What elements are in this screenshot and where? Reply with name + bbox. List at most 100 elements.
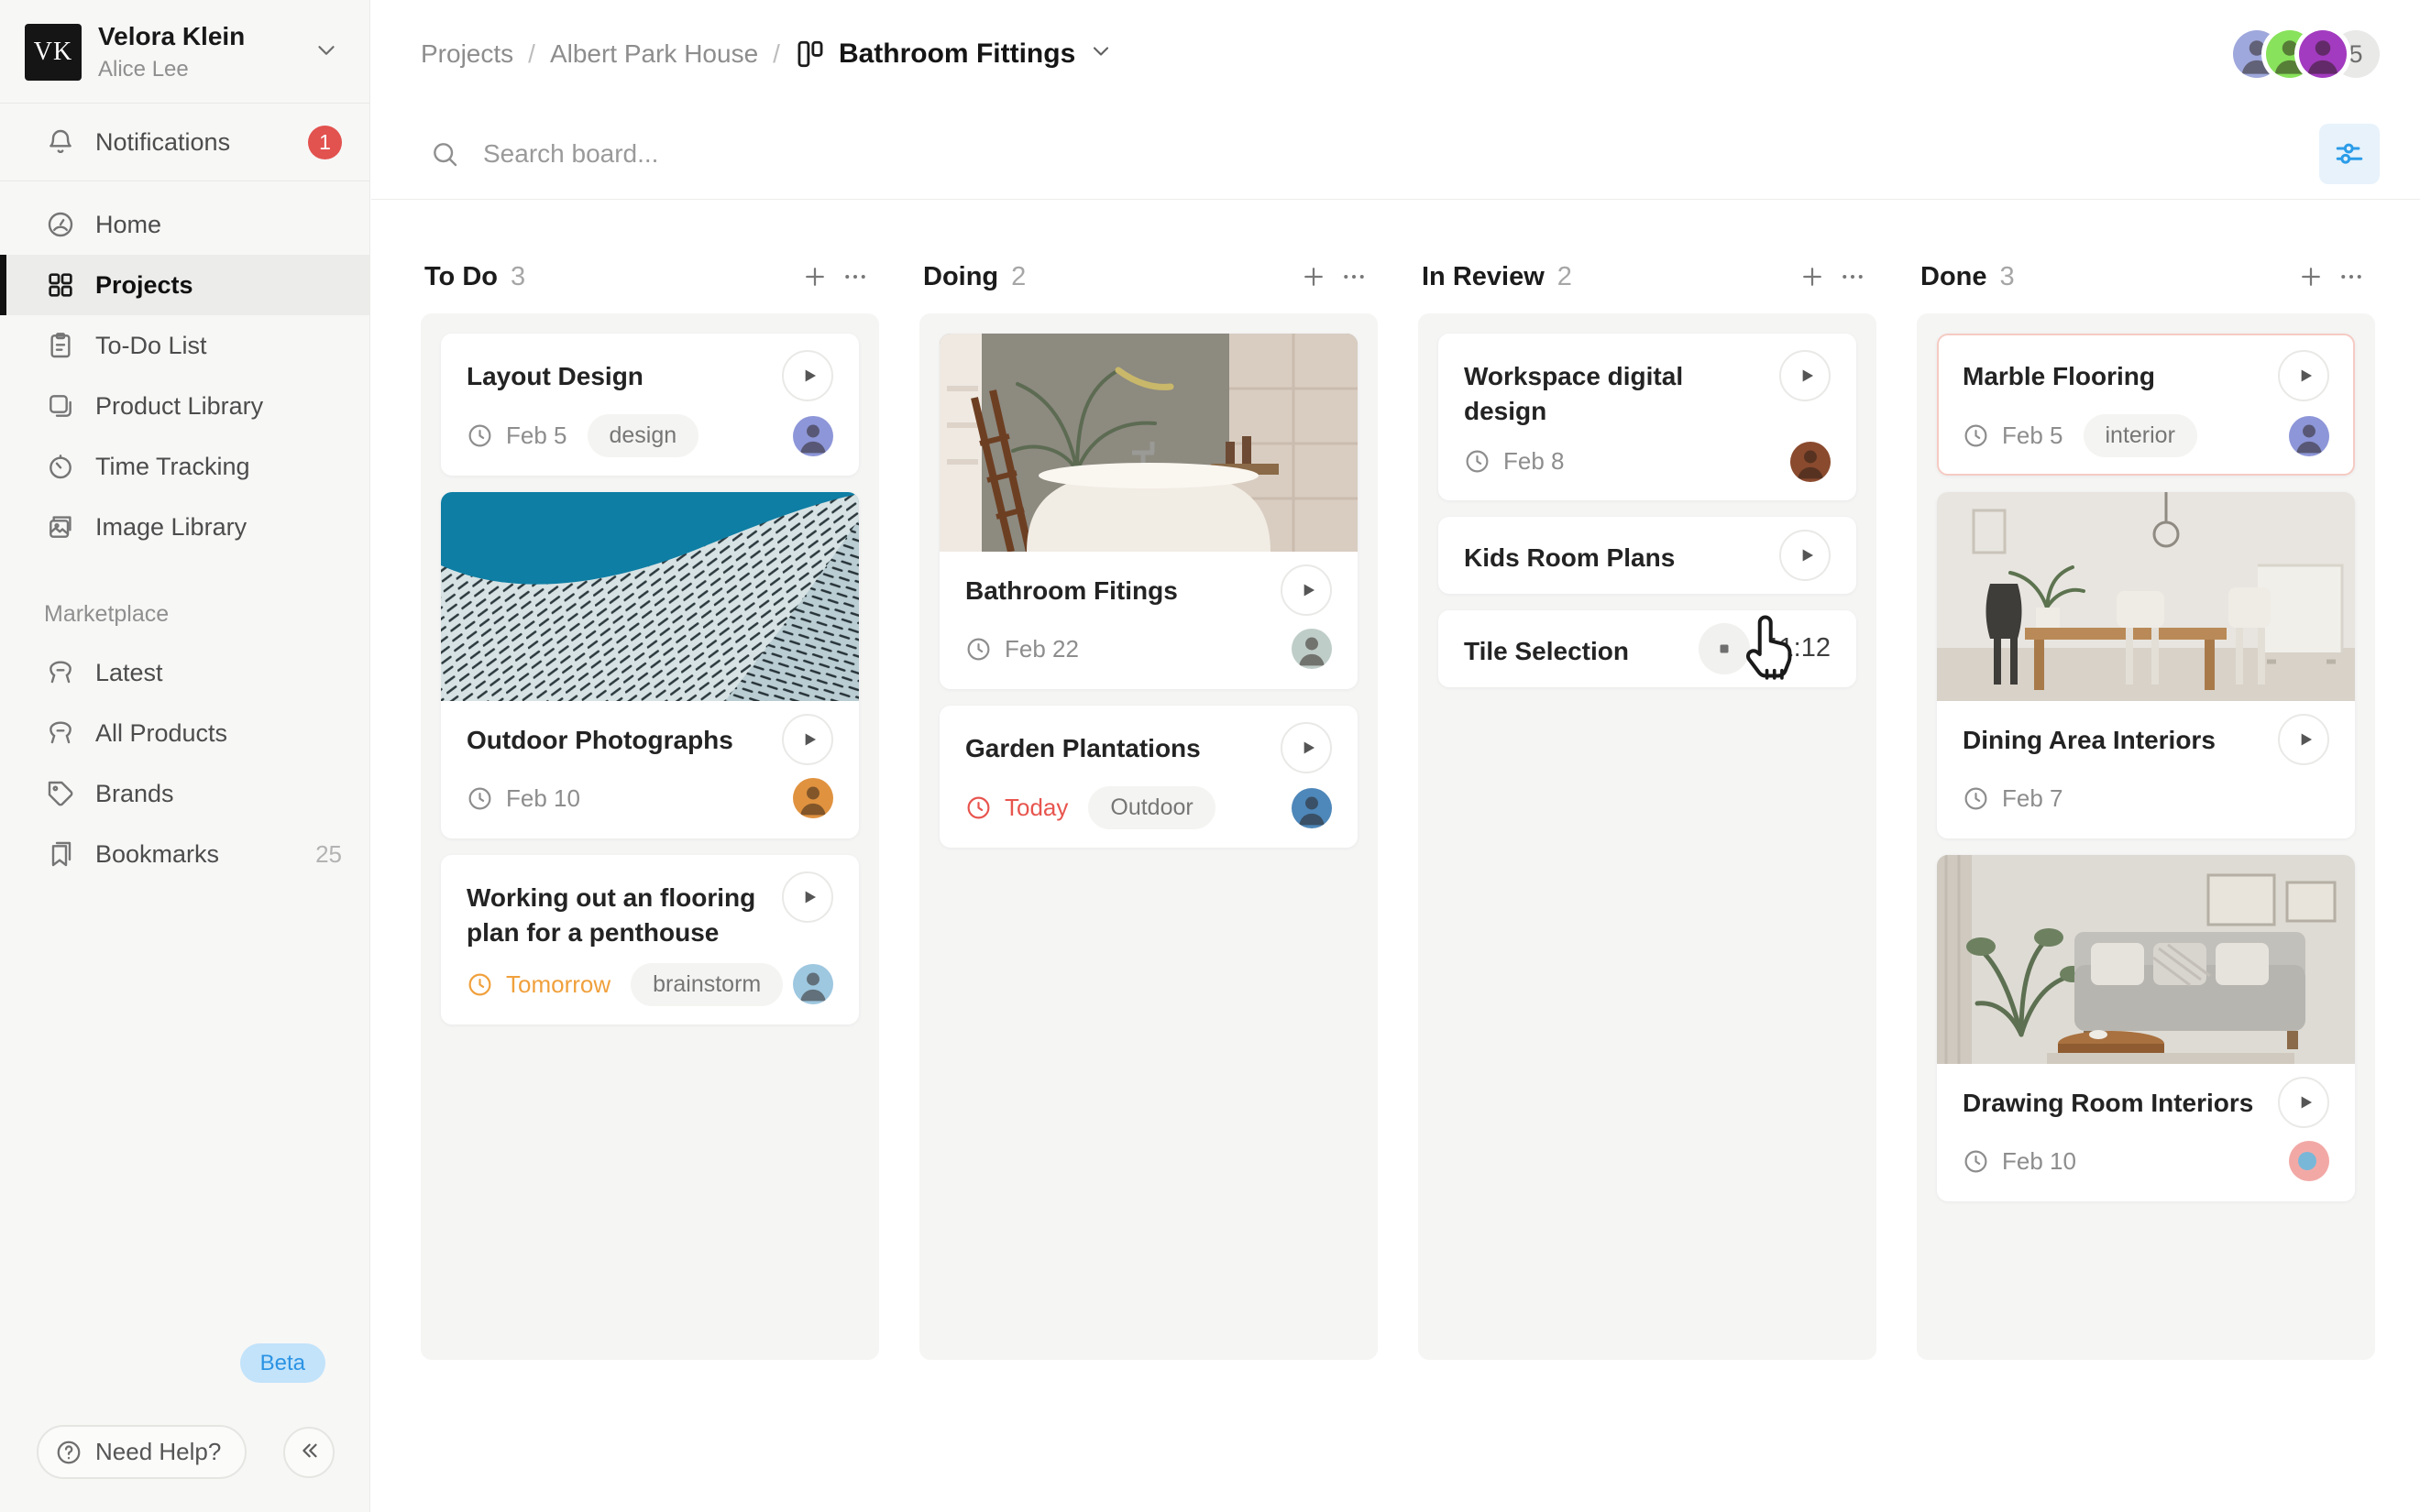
card-garden-plantations[interactable]: Garden Plantations Today Outdoor [940, 706, 1358, 848]
start-timer-button[interactable] [782, 350, 833, 401]
collapse-sidebar-button[interactable] [283, 1427, 335, 1478]
sliders-icon [2333, 137, 2366, 170]
play-icon [1296, 578, 1320, 602]
card-title: Outdoor Photographs [467, 714, 767, 758]
card-dining-area-interiors[interactable]: Dining Area Interiors Feb 7 [1937, 492, 2355, 838]
add-card-button[interactable] [1792, 258, 1832, 295]
sidebar-item-image-library[interactable]: Image Library [0, 497, 369, 557]
card-marble-flooring[interactable]: Marble Flooring Feb 5 interior [1937, 334, 2355, 476]
card-layout-design[interactable]: Layout Design Feb 5 design [441, 334, 859, 476]
sidebar-item-home[interactable]: Home [0, 194, 369, 255]
card-bathroom-fitings[interactable]: Bathroom Fitings Feb 22 [940, 334, 1358, 689]
sidebar-item-time-tracking[interactable]: Time Tracking [0, 436, 369, 497]
column-header: In Review 2 [1418, 258, 1876, 295]
sidebar-item-bookmarks[interactable]: Bookmarks 25 [0, 824, 369, 884]
question-circle-icon [55, 1439, 82, 1466]
breadcrumb-albert-park-house[interactable]: Albert Park House [550, 39, 758, 69]
stop-timer-button[interactable] [1699, 623, 1750, 674]
clock-icon [1464, 448, 1490, 475]
start-timer-button[interactable] [2278, 350, 2329, 401]
app: VK Velora Klein Alice Lee Notifications … [0, 0, 2420, 1512]
clock-icon [467, 971, 493, 998]
breadcrumb-separator: / [528, 39, 535, 69]
home-icon [46, 210, 75, 239]
bookmarks-count: 25 [315, 840, 342, 869]
start-timer-button[interactable] [1281, 722, 1332, 773]
card-kids-room-plans[interactable]: Kids Room Plans [1438, 517, 1856, 594]
assignee-avatar [793, 964, 833, 1004]
product-library-icon [46, 391, 75, 421]
card-title: Tile Selection [1464, 623, 1684, 669]
member-avatar [2299, 30, 2347, 78]
sidebar-item-label: All Products [95, 719, 342, 748]
card-cover-image [1937, 492, 2355, 701]
column-more-button[interactable] [2331, 258, 2371, 295]
double-chevron-left-icon [295, 1437, 323, 1467]
need-help-button[interactable]: Need Help? [37, 1425, 247, 1479]
stop-icon [1713, 638, 1735, 660]
board-members[interactable]: 5 [2233, 30, 2380, 78]
sidebar-item-label: Product Library [95, 392, 342, 421]
due-date: Feb 10 [2002, 1147, 2076, 1176]
chevron-down-icon [1088, 38, 1114, 71]
breadcrumb: Projects / Albert Park House / Bathroom … [421, 38, 2233, 71]
search-input[interactable] [483, 139, 2319, 169]
sidebar-menu: Home Projects To-Do List Product Library [0, 181, 369, 570]
clock-icon [467, 422, 493, 449]
column-more-button[interactable] [835, 258, 875, 295]
search-bar [371, 108, 2420, 200]
column-more-button[interactable] [1334, 258, 1374, 295]
card-flooring-plan[interactable]: Working out an flooring plan for a penth… [441, 855, 859, 1024]
assignee-avatar [1790, 442, 1831, 482]
start-timer-button[interactable] [2278, 1077, 2329, 1128]
card-cover-image [441, 492, 859, 701]
start-timer-button[interactable] [2278, 714, 2329, 765]
start-timer-button[interactable] [1281, 564, 1332, 616]
card-drawing-room-interiors[interactable]: Drawing Room Interiors Feb 10 [1937, 855, 2355, 1201]
play-icon [798, 364, 821, 388]
sidebar-item-product-library[interactable]: Product Library [0, 376, 369, 436]
card-tile-selection[interactable]: Tile Selection 11:12 [1438, 610, 1856, 687]
add-card-button[interactable] [2291, 258, 2331, 295]
sidebar-item-all-products[interactable]: All Products [0, 703, 369, 763]
column-done: Done 3 Marble Flooring [1917, 258, 2375, 1360]
play-icon [2294, 1090, 2317, 1114]
workspace-user: Alice Lee [98, 57, 313, 82]
sidebar-item-brands[interactable]: Brands [0, 763, 369, 824]
card-cover-image [1937, 855, 2355, 1064]
start-timer-button[interactable] [782, 871, 833, 923]
play-icon [1795, 364, 1819, 388]
plus-icon [1798, 263, 1826, 290]
card-outdoor-photographs[interactable]: Outdoor Photographs Feb 10 [441, 492, 859, 838]
workspace-switcher[interactable]: VK Velora Klein Alice Lee [0, 0, 369, 103]
column-header: Done 3 [1917, 258, 2375, 295]
plus-icon [801, 263, 829, 290]
start-timer-button[interactable] [782, 714, 833, 765]
assignee-avatar [1292, 629, 1332, 669]
search-icon [430, 139, 459, 169]
sidebar-item-label: To-Do List [95, 332, 342, 360]
due-date: Feb 5 [506, 422, 567, 450]
board-filter-button[interactable] [2319, 124, 2380, 184]
column-count: 2 [1557, 262, 1792, 292]
start-timer-button[interactable] [1779, 530, 1831, 581]
tag-icon [46, 779, 75, 808]
sidebar-item-latest[interactable]: Latest [0, 642, 369, 703]
sidebar-item-todo-list[interactable]: To-Do List [0, 315, 369, 376]
sidebar-item-notifications[interactable]: Notifications 1 [0, 104, 369, 181]
start-timer-button[interactable] [1779, 350, 1831, 401]
column-title: To Do [424, 262, 498, 292]
chair-icon [46, 718, 75, 748]
add-card-button[interactable] [795, 258, 835, 295]
clock-icon [467, 785, 493, 812]
card-title: Kids Room Plans [1464, 530, 1765, 575]
add-card-button[interactable] [1293, 258, 1334, 295]
card-workspace-digital-design[interactable]: Workspace digital design Feb 8 [1438, 334, 1856, 500]
sidebar-item-label: Latest [95, 659, 342, 687]
breadcrumb-projects[interactable]: Projects [421, 39, 513, 69]
column-header: To Do 3 [421, 258, 879, 295]
board-title-dropdown[interactable]: Bathroom Fittings [795, 38, 1114, 71]
column-to-do: To Do 3 Layout Design [421, 258, 879, 1360]
column-more-button[interactable] [1832, 258, 1873, 295]
sidebar-item-projects[interactable]: Projects [0, 255, 369, 315]
